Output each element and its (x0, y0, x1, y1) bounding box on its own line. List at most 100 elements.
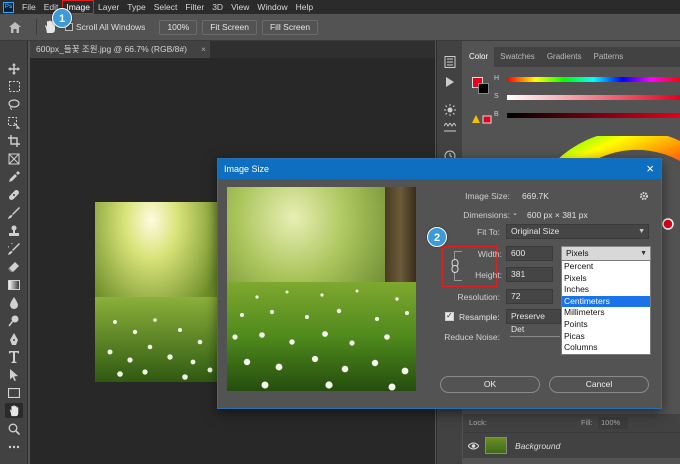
history-brush-tool[interactable] (5, 241, 23, 256)
zoom-tool[interactable] (5, 421, 23, 436)
resample-value: Preserve Det (511, 311, 546, 334)
settings-gear-icon[interactable] (639, 191, 649, 201)
bandage-icon (9, 189, 19, 200)
menu-3d[interactable]: 3D (208, 0, 227, 14)
hand-tool[interactable] (5, 403, 23, 418)
pen-tool[interactable] (5, 331, 23, 346)
menu-select[interactable]: Select (150, 0, 182, 14)
gradient-tool[interactable] (5, 277, 23, 292)
crop-icon (8, 134, 20, 147)
fit-screen-button[interactable]: Fit Screen (202, 19, 257, 35)
chevron-down-icon: ▼ (640, 250, 647, 257)
document-image (95, 202, 220, 382)
actions-panel-button[interactable] (442, 75, 458, 89)
dimensions-dropdown-icon[interactable]: ⌄ (512, 209, 518, 217)
menu-view[interactable]: View (227, 0, 253, 14)
frame-tool[interactable] (5, 151, 23, 166)
menu-type[interactable]: Type (123, 0, 149, 14)
menu-layer[interactable]: Layer (94, 0, 123, 14)
rectangle-icon (8, 387, 20, 398)
hue-slider[interactable] (507, 77, 680, 82)
gamut-warning-icon (472, 115, 492, 124)
path-selection-tool[interactable] (5, 367, 23, 382)
photoshop-window: Ps File Edit Image Layer Type Select Fil… (0, 0, 680, 464)
lasso-tool[interactable] (5, 97, 23, 112)
tab-color[interactable]: Color (463, 47, 495, 67)
marquee-tool[interactable] (5, 79, 23, 94)
menu-window[interactable]: Window (253, 0, 291, 14)
home-button[interactable] (0, 14, 30, 41)
libraries-panel-button[interactable] (442, 121, 458, 135)
resolution-input[interactable]: 72 (506, 289, 553, 304)
move-tool[interactable] (5, 61, 23, 76)
fill-screen-button[interactable]: Fill Screen (261, 19, 319, 35)
menu-filter[interactable]: Filter (181, 0, 208, 14)
saturation-slider-label: S (494, 93, 499, 100)
menu-help[interactable]: Help (292, 0, 317, 14)
healing-brush-tool[interactable] (5, 187, 23, 202)
fill-value[interactable]: 100% (598, 417, 628, 429)
tab-swatches[interactable]: Swatches (494, 47, 541, 67)
tab-patterns[interactable]: Patterns (588, 47, 630, 67)
height-input[interactable]: 381 (506, 267, 553, 282)
more-tools[interactable] (5, 439, 23, 454)
menu-file[interactable]: File (18, 0, 40, 14)
ok-button[interactable]: OK (440, 376, 540, 393)
brightness-slider[interactable] (507, 113, 680, 118)
type-icon (9, 350, 19, 363)
document-tab[interactable]: 600px_들꽃 조원.jpg @ 66.7% (RGB/8#) × (30, 41, 210, 58)
unit-option-picas[interactable]: Picas (562, 331, 650, 343)
layer-row-background[interactable]: Background (463, 432, 680, 458)
unit-option-columns[interactable]: Columns (562, 342, 650, 354)
object-selection-tool[interactable] (5, 115, 23, 130)
width-unit-select[interactable]: Pixels ▼ (561, 246, 651, 261)
saturation-slider[interactable] (507, 95, 680, 100)
resample-checkbox[interactable] (445, 311, 454, 321)
dodge-tool[interactable] (5, 313, 23, 328)
eyedropper-tool[interactable] (5, 169, 23, 184)
width-input[interactable]: 600 (506, 246, 553, 261)
dialog-close-icon[interactable]: × (646, 159, 654, 179)
background-color-swatch[interactable] (478, 83, 489, 94)
lock-label: Lock: (469, 418, 487, 427)
zoom-100-button[interactable]: 100% (159, 19, 198, 35)
reduce-noise-slider[interactable] (510, 336, 560, 337)
menu-bar: Ps File Edit Image Layer Type Select Fil… (0, 0, 680, 14)
unit-option-points[interactable]: Points (562, 319, 650, 331)
brush-tool[interactable] (5, 205, 23, 220)
ellipsis-icon (8, 445, 20, 448)
image-size-label: Image Size: (465, 191, 510, 201)
rectangle-tool[interactable] (5, 385, 23, 400)
document-tab-close-icon[interactable]: × (201, 41, 206, 58)
height-label: Height: (475, 270, 502, 280)
step-1-badge: 1 (52, 8, 72, 28)
sun-icon (444, 104, 456, 116)
droplet-icon (10, 296, 18, 309)
object-select-icon (8, 116, 20, 129)
dialog-preview-image[interactable] (227, 187, 416, 391)
fit-to-select[interactable]: Original Size ▼ (506, 224, 649, 239)
eye-icon[interactable] (468, 441, 479, 451)
unit-option-pixels[interactable]: Pixels (562, 273, 650, 285)
history-panel-button[interactable] (442, 55, 458, 69)
resample-label: Resample: (459, 312, 500, 322)
unit-option-percent[interactable]: Percent (562, 261, 650, 273)
link-chain-icon[interactable] (450, 259, 460, 273)
move-icon (8, 62, 20, 75)
cancel-button[interactable]: Cancel (549, 376, 649, 393)
crop-tool[interactable] (5, 133, 23, 148)
adjustments-panel-button[interactable] (442, 103, 458, 117)
document-tab-title: 600px_들꽃 조원.jpg @ 66.7% (RGB/8#) (36, 44, 187, 54)
tab-gradients[interactable]: Gradients (541, 47, 588, 67)
clone-stamp-tool[interactable] (5, 223, 23, 238)
unit-option-inches[interactable]: Inches (562, 284, 650, 296)
width-unit-value: Pixels (566, 248, 589, 258)
type-tool[interactable] (5, 349, 23, 364)
frame-icon (8, 153, 20, 164)
history-icon (444, 56, 456, 68)
eraser-tool[interactable] (5, 259, 23, 274)
resample-select[interactable]: Preserve Det (506, 309, 561, 334)
unit-option-centimeters[interactable]: Centimeters (562, 295, 650, 308)
blur-tool[interactable] (5, 295, 23, 310)
unit-option-millimeters[interactable]: Millimeters (562, 307, 650, 319)
